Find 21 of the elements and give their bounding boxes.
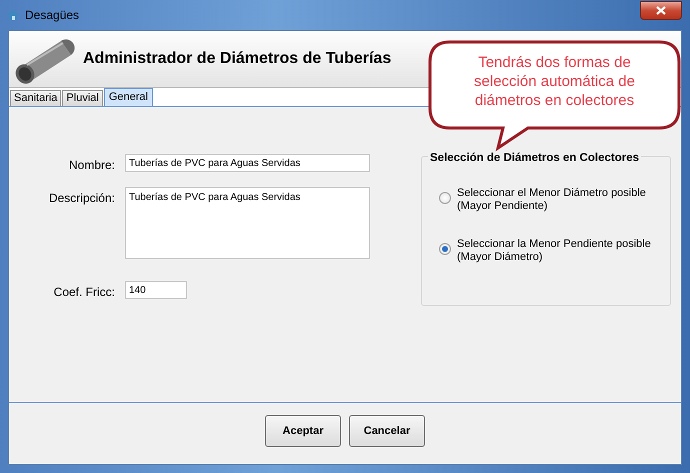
tab[interactable]: Sanitaria bbox=[10, 90, 62, 106]
radio-button[interactable] bbox=[439, 192, 451, 204]
text-area[interactable]: Tuberías de PVC para Aguas Servidas bbox=[125, 187, 370, 259]
option-label[interactable]: Seleccionar la Menor Pendiente posible (Mayor Diámetro) bbox=[457, 238, 670, 264]
input-field[interactable]: Tuberías de PVC para Aguas Servidas bbox=[125, 154, 370, 172]
field-label: Descripción: bbox=[48, 190, 115, 207]
close-icon bbox=[656, 6, 666, 15]
tab[interactable]: General bbox=[104, 88, 153, 106]
input-field[interactable]: 140 bbox=[125, 281, 187, 299]
option-label[interactable]: Seleccionar el Menor Diámetro posible (Mayor Pendiente) bbox=[457, 187, 670, 213]
field-label: Nombre: bbox=[68, 157, 115, 174]
close-button[interactable] bbox=[640, 1, 682, 20]
header-title: Administrador de Diámetros de Tuberías bbox=[83, 49, 392, 69]
tab[interactable]: Pluvial bbox=[62, 90, 103, 106]
cancel-button[interactable]: Cancelar bbox=[349, 415, 425, 447]
app-icon bbox=[6, 8, 20, 22]
callout-text: Tendrás dos formas de selección automática de diámetros en colectores bbox=[473, 53, 636, 110]
accept-button[interactable]: Aceptar bbox=[265, 415, 341, 447]
window-title: Desagües bbox=[25, 7, 80, 24]
field-label: Coef. Fricc: bbox=[52, 284, 115, 301]
radio-button[interactable] bbox=[439, 243, 451, 255]
